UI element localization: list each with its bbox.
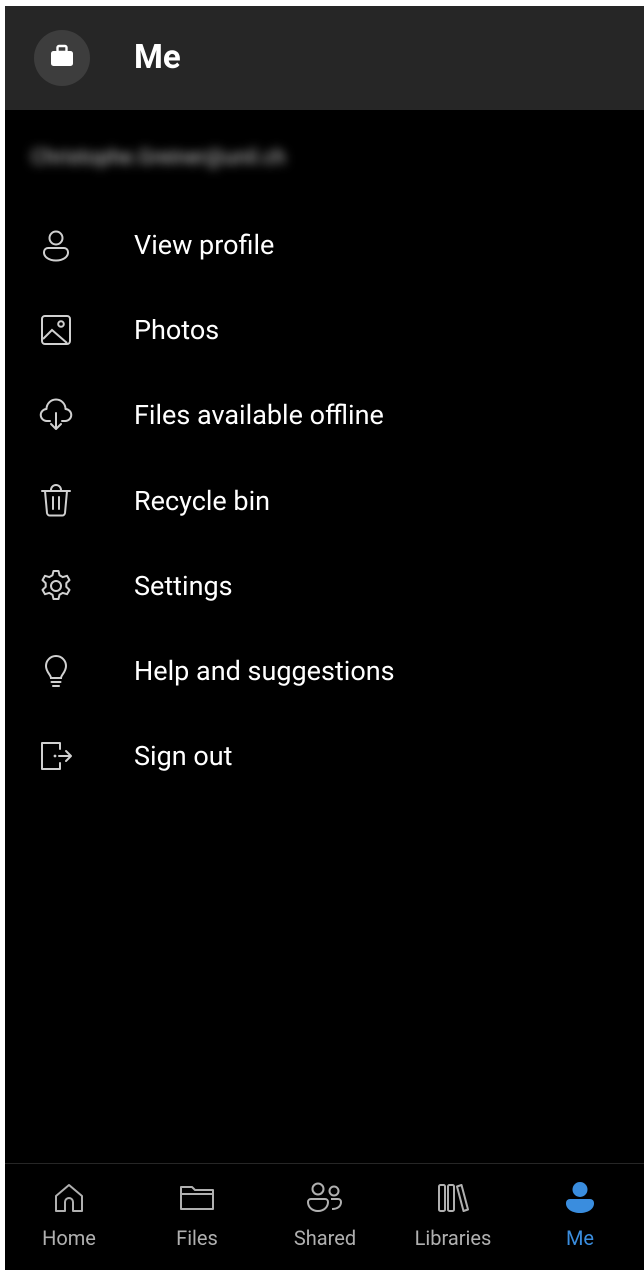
menu-item-label: View profile: [134, 228, 275, 261]
menu-item-help[interactable]: Help and suggestions: [5, 628, 644, 713]
menu-item-view-profile[interactable]: View profile: [5, 202, 644, 287]
lightbulb-icon: [36, 651, 76, 691]
menu-item-settings[interactable]: Settings: [5, 543, 644, 628]
menu-item-label: Photos: [134, 313, 220, 346]
menu-item-label: Settings: [134, 569, 233, 602]
account-button[interactable]: [34, 30, 90, 86]
sign-out-icon: [36, 736, 76, 776]
menu-item-label: Sign out: [134, 740, 233, 773]
photo-icon: [36, 310, 76, 350]
trash-icon: [36, 481, 76, 521]
page-title: Me: [134, 38, 181, 77]
person-icon: [36, 225, 76, 265]
folder-icon: [177, 1178, 217, 1218]
nav-files[interactable]: Files: [133, 1164, 261, 1270]
me-menu: View profile Photos Files available offl…: [5, 202, 644, 799]
app-header: Me: [5, 6, 644, 110]
library-icon: [433, 1178, 473, 1218]
menu-item-files-offline[interactable]: Files available offline: [5, 373, 644, 458]
nav-libraries[interactable]: Libraries: [389, 1164, 517, 1270]
briefcase-icon: [49, 43, 75, 73]
nav-shared[interactable]: Shared: [261, 1164, 389, 1270]
person-filled-icon: [560, 1178, 600, 1218]
menu-item-label: Files available offline: [134, 399, 384, 432]
nav-label: Libraries: [414, 1226, 492, 1250]
menu-item-label: Help and suggestions: [134, 655, 395, 688]
gear-icon: [36, 566, 76, 606]
me-screen: Me Christophe.Greiner@unil.ch View profi…: [5, 6, 644, 1270]
people-icon: [305, 1178, 345, 1218]
menu-item-label: Recycle bin: [134, 484, 271, 517]
menu-item-sign-out[interactable]: Sign out: [5, 714, 644, 799]
menu-item-recycle-bin[interactable]: Recycle bin: [5, 458, 644, 543]
home-icon: [49, 1178, 89, 1218]
bottom-nav: Home Files Shared Libraries Me: [5, 1163, 644, 1270]
nav-home[interactable]: Home: [5, 1164, 133, 1270]
nav-label: Files: [176, 1226, 218, 1250]
cloud-download-icon: [36, 395, 76, 435]
account-email: Christophe.Greiner@unil.ch: [31, 146, 286, 170]
nav-label: Home: [42, 1226, 96, 1250]
nav-label: Me: [565, 1226, 595, 1250]
menu-item-photos[interactable]: Photos: [5, 287, 644, 372]
nav-me[interactable]: Me: [516, 1164, 644, 1270]
nav-label: Shared: [293, 1226, 357, 1250]
